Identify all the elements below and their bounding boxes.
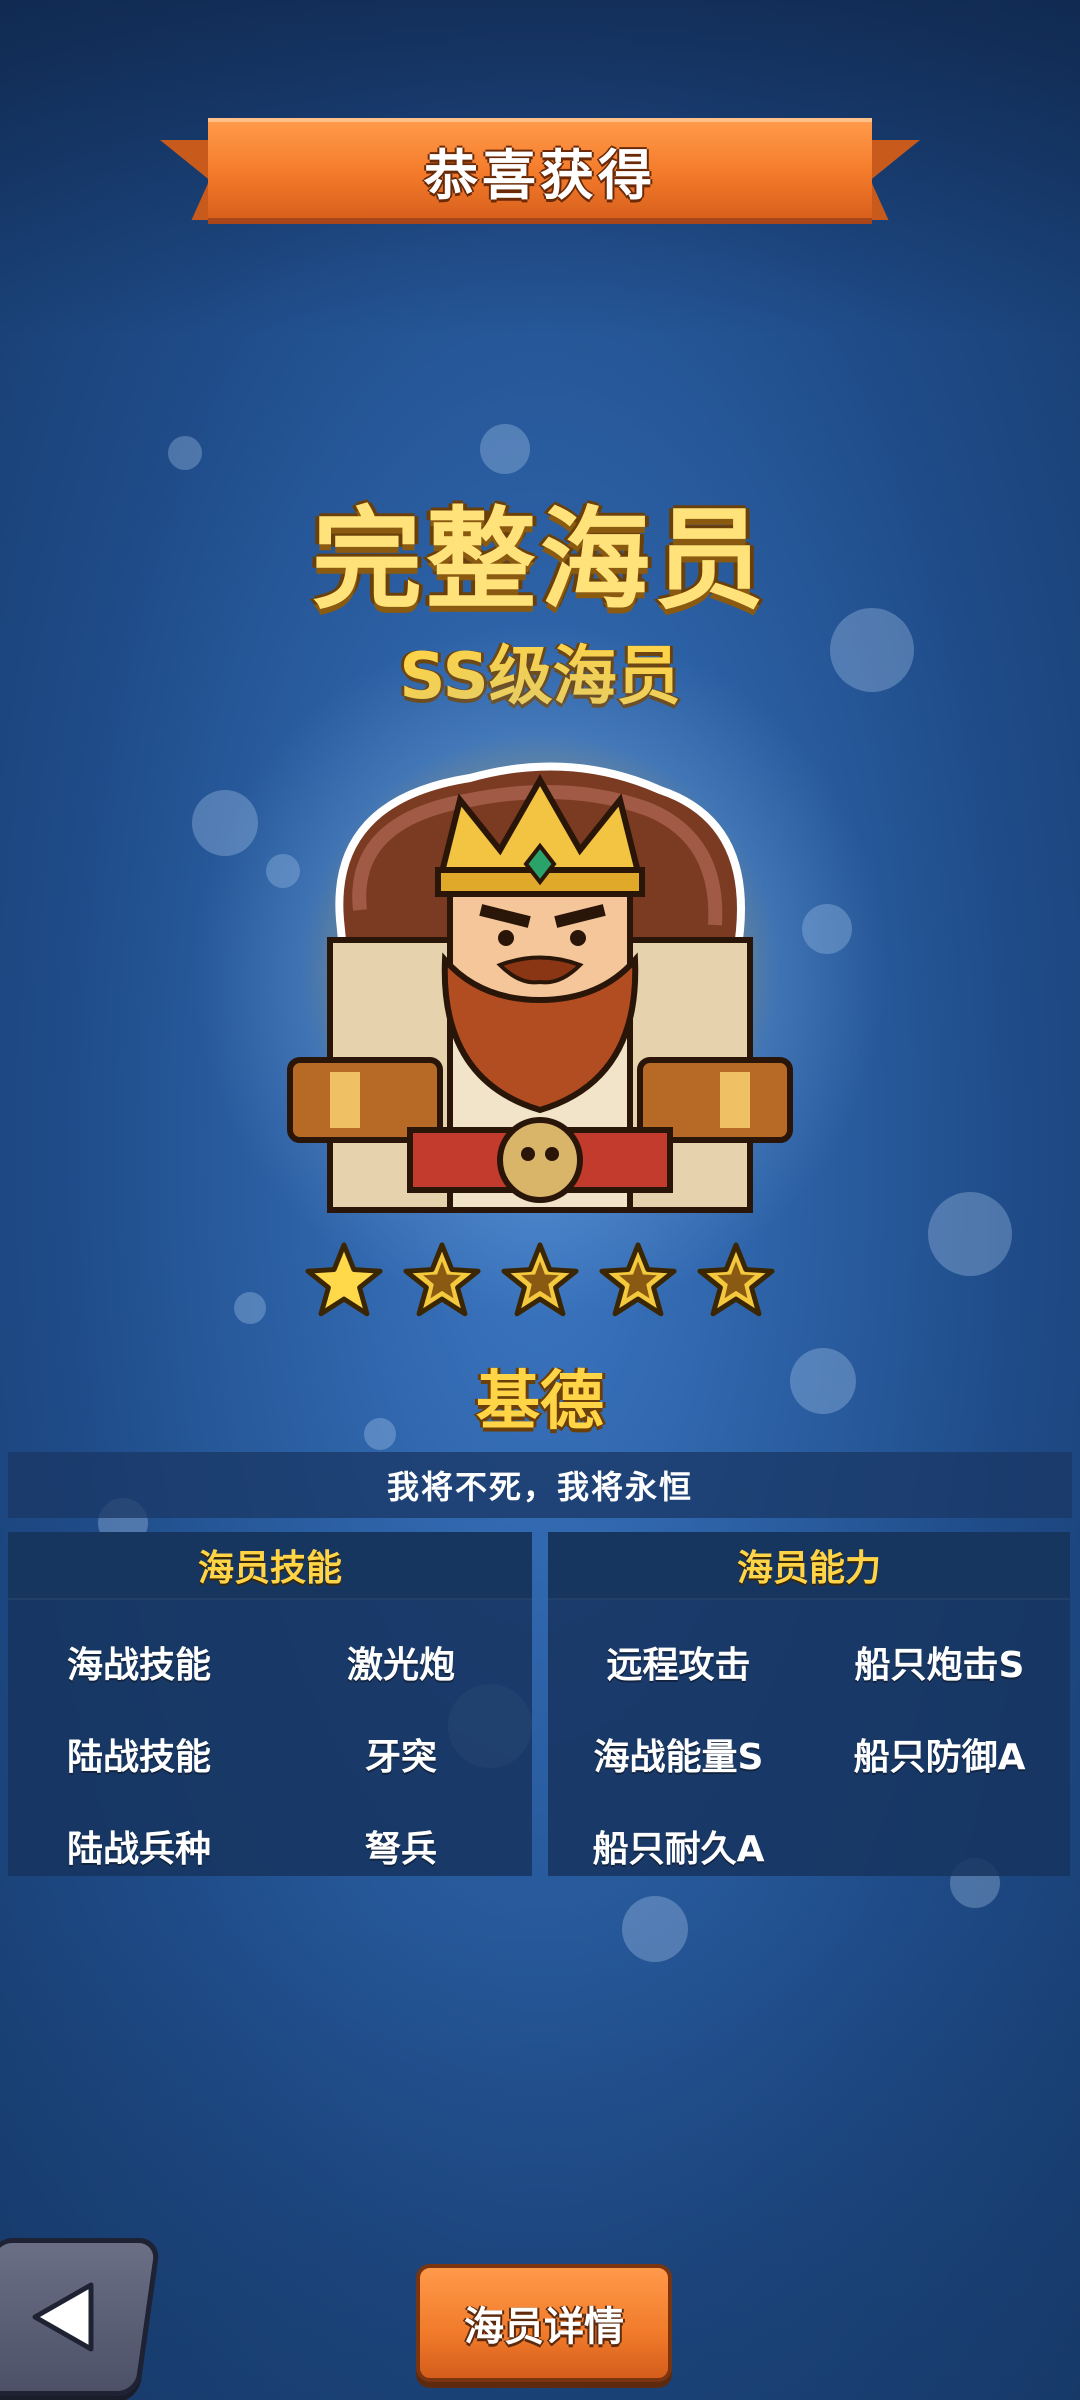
star-icon [697, 1242, 775, 1317]
bubble-decoration [168, 436, 202, 470]
crew-portrait [287, 762, 793, 1213]
star-icon [403, 1242, 481, 1317]
ability-item: 远程攻击 [606, 1645, 751, 1686]
skill-value: 弩兵 [364, 1829, 437, 1870]
skill-label: 陆战兵种 [66, 1829, 211, 1870]
ability-panel-title: 海员能力 [736, 1548, 881, 1589]
skills-grid: 海战技能 激光炮 陆战技能 牙突 陆战兵种 弩兵 [8, 1600, 532, 1892]
ability-panel: 海员能力 远程攻击 船只炮击S 海战能量S 船只防御A 船只耐久A [548, 1532, 1070, 1876]
ability-item: 船只炮击S [854, 1645, 1025, 1686]
ability-grid: 远程攻击 船只炮击S 海战能量S 船只防御A 船只耐久A [548, 1600, 1070, 1892]
ability-item: 船只防御A [853, 1737, 1026, 1778]
crew-motto: 我将不死，我将永恒 [386, 1468, 693, 1506]
skills-panel-title: 海员技能 [197, 1548, 342, 1589]
ability-item: 海战能量S [593, 1737, 764, 1778]
banner-title: 恭喜获得 [424, 143, 656, 207]
skill-label: 陆战技能 [66, 1737, 211, 1778]
star-icon [305, 1242, 383, 1317]
skill-value: 牙突 [364, 1737, 437, 1778]
skills-panel: 海员技能 海战技能 激光炮 陆战技能 牙突 陆战兵种 弩兵 [8, 1532, 532, 1876]
star-icon [599, 1242, 677, 1317]
bubble-decoration [622, 1896, 688, 1962]
star-icon [501, 1242, 579, 1317]
back-arrow-icon [32, 2282, 94, 2352]
star-rating [0, 1240, 1080, 1322]
ribbon-body: 恭喜获得 [208, 118, 872, 224]
back-button[interactable] [0, 2238, 162, 2396]
crew-name: 基德 [476, 1365, 604, 1439]
congrats-banner: 恭喜获得 [160, 112, 920, 230]
ability-item: 船只耐久A [592, 1829, 765, 1870]
skill-value: 激光炮 [346, 1645, 455, 1686]
ability-panel-header: 海员能力 [548, 1532, 1070, 1600]
crew-detail-button[interactable]: 海员详情 [416, 2264, 672, 2382]
reward-headline: 完整海员 [312, 496, 768, 624]
bubble-decoration [480, 424, 530, 474]
skill-label: 海战技能 [66, 1645, 211, 1686]
skills-panel-header: 海员技能 [8, 1532, 532, 1600]
motto-bar: 我将不死，我将永恒 [8, 1452, 1072, 1518]
crew-detail-label: 海员详情 [464, 2304, 624, 2350]
